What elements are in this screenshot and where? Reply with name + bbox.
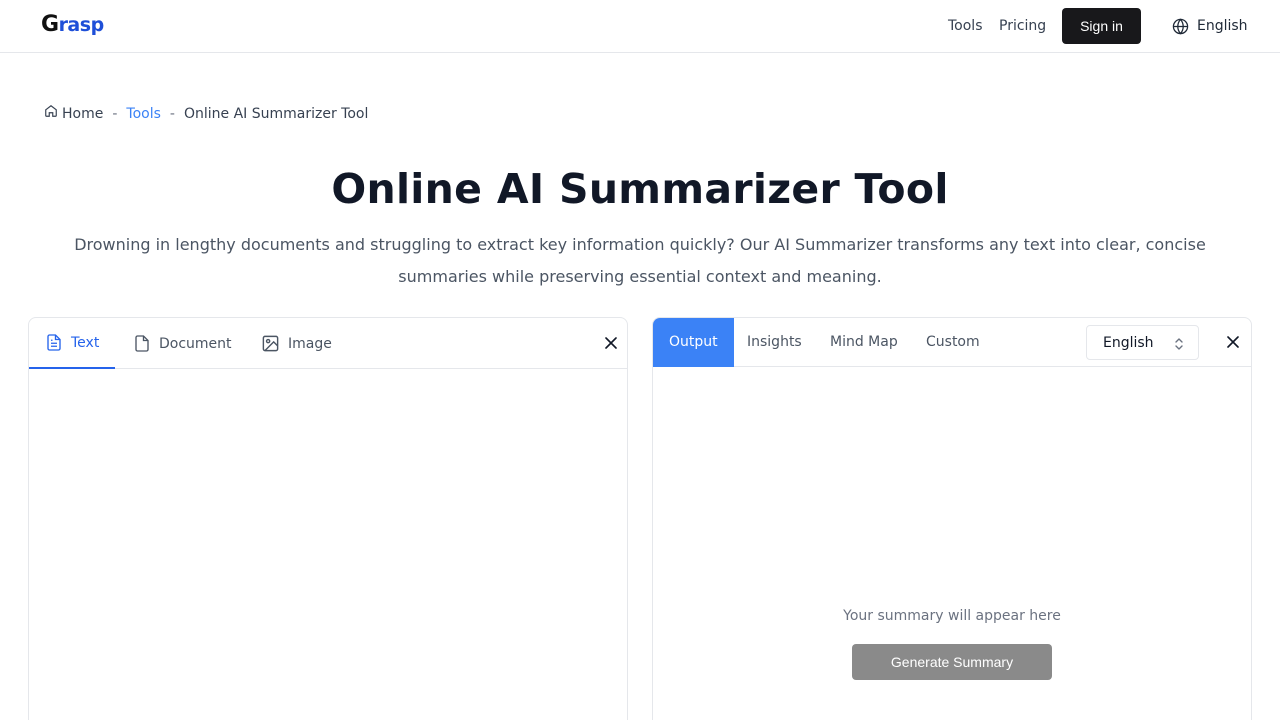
home-icon	[44, 104, 58, 123]
nav-pricing-link[interactable]: Pricing	[999, 17, 1046, 35]
breadcrumb-home-link[interactable]: Home	[44, 104, 103, 123]
output-language-select[interactable]: English	[1086, 325, 1199, 360]
language-label: English	[1197, 18, 1248, 34]
file-icon	[133, 334, 151, 353]
nav-tools-link[interactable]: Tools	[948, 17, 983, 35]
tab-insights[interactable]: Insights	[731, 318, 818, 367]
summary-placeholder: Your summary will appear here	[843, 608, 1061, 624]
close-icon[interactable]	[601, 333, 621, 353]
image-icon	[261, 334, 280, 353]
output-tabbar: Output Insights Mind Map Custom English	[653, 318, 1251, 367]
logo-text: rasp	[58, 14, 105, 36]
tab-custom[interactable]: Custom	[910, 318, 996, 367]
globe-icon	[1172, 17, 1189, 35]
tab-document-label: Document	[159, 335, 232, 352]
input-tabbar: Text Document Image	[29, 318, 627, 369]
page-title: Online AI Summarizer Tool	[331, 165, 949, 213]
tab-image[interactable]: Image	[261, 318, 332, 369]
tab-output[interactable]: Output	[653, 318, 734, 367]
text-input-area[interactable]	[29, 370, 627, 720]
tab-image-label: Image	[288, 335, 332, 352]
logo-letter: G	[41, 12, 59, 37]
close-icon[interactable]	[1223, 332, 1243, 352]
breadcrumb-tools-link[interactable]: Tools	[126, 105, 161, 123]
tab-text[interactable]: Text	[29, 318, 116, 369]
sign-in-button[interactable]: Sign in	[1062, 8, 1141, 44]
output-language-value: English	[1103, 334, 1154, 351]
tab-mind-map[interactable]: Mind Map	[814, 318, 914, 367]
tab-document[interactable]: Document	[133, 318, 232, 369]
input-panel: Text Document Image	[28, 317, 628, 720]
file-text-icon	[45, 333, 63, 352]
generate-summary-button[interactable]: Generate Summary	[852, 644, 1052, 680]
breadcrumb-current: Online AI Summarizer Tool	[183, 105, 369, 122]
breadcrumb-home-label: Home	[62, 105, 104, 122]
breadcrumb-separator: -	[169, 105, 175, 122]
output-panel: Output Insights Mind Map Custom English …	[652, 317, 1252, 720]
tab-text-label: Text	[71, 334, 100, 351]
top-navbar: Grasp Tools Pricing Sign in English	[0, 0, 1280, 53]
grasp-logo[interactable]: Grasp	[41, 12, 104, 38]
breadcrumb-separator: -	[112, 105, 118, 122]
page-subtitle: Drowning in lengthy documents and strugg…	[74, 235, 1206, 286]
breadcrumb: Home - Tools - Online AI Summarizer Tool	[44, 104, 368, 123]
language-switcher[interactable]: English	[1172, 16, 1248, 36]
